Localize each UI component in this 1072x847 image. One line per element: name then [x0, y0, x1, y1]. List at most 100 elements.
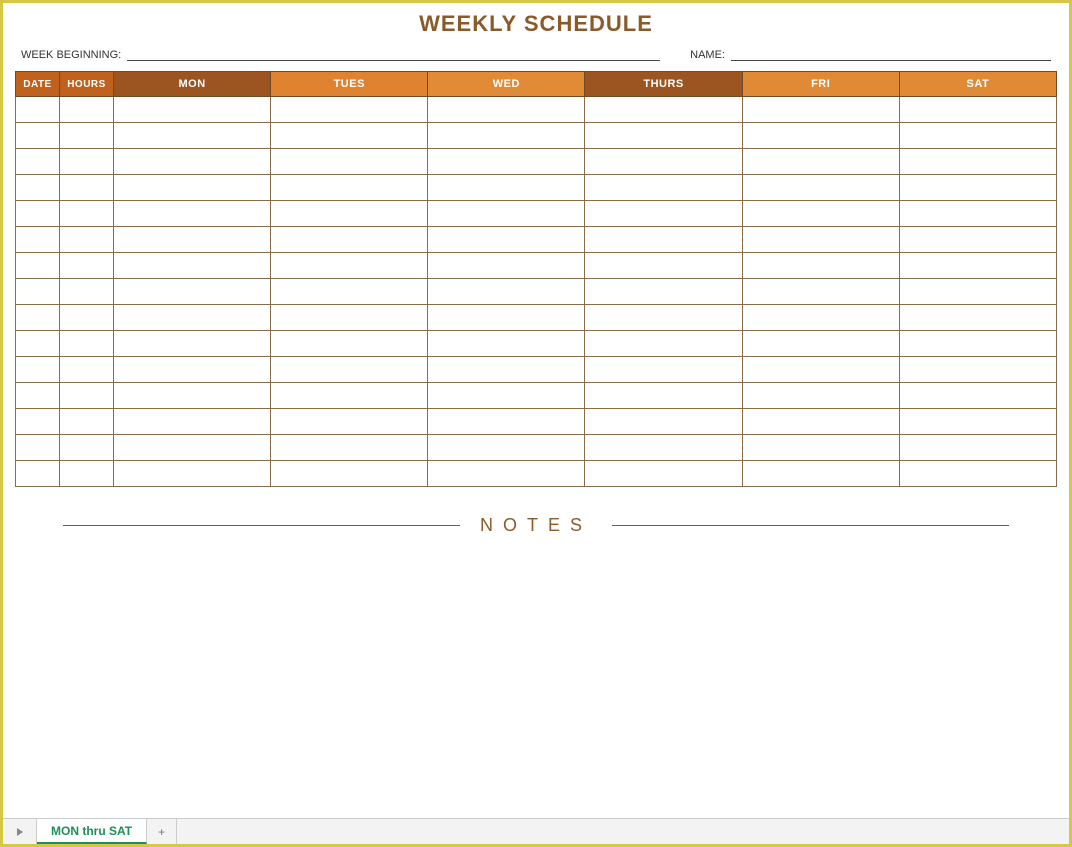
cell-mon[interactable]	[114, 305, 271, 331]
sheet-tab-active[interactable]: MON thru SAT	[37, 819, 147, 844]
cell-mon[interactable]	[114, 357, 271, 383]
cell-thurs[interactable]	[585, 409, 742, 435]
cell-sat[interactable]	[899, 175, 1056, 201]
cell-tues[interactable]	[271, 201, 428, 227]
cell-date[interactable]	[16, 227, 60, 253]
cell-hours[interactable]	[60, 279, 114, 305]
cell-thurs[interactable]	[585, 253, 742, 279]
cell-date[interactable]	[16, 279, 60, 305]
cell-fri[interactable]	[742, 383, 899, 409]
cell-sat[interactable]	[899, 461, 1056, 487]
cell-hours[interactable]	[60, 357, 114, 383]
cell-sat[interactable]	[899, 227, 1056, 253]
cell-thurs[interactable]	[585, 357, 742, 383]
cell-hours[interactable]	[60, 149, 114, 175]
cell-date[interactable]	[16, 461, 60, 487]
cell-mon[interactable]	[114, 201, 271, 227]
cell-tues[interactable]	[271, 409, 428, 435]
cell-tues[interactable]	[271, 357, 428, 383]
cell-hours[interactable]	[60, 435, 114, 461]
cell-tues[interactable]	[271, 279, 428, 305]
cell-fri[interactable]	[742, 175, 899, 201]
cell-mon[interactable]	[114, 435, 271, 461]
cell-wed[interactable]	[428, 383, 585, 409]
cell-thurs[interactable]	[585, 149, 742, 175]
cell-thurs[interactable]	[585, 123, 742, 149]
cell-tues[interactable]	[271, 175, 428, 201]
cell-thurs[interactable]	[585, 227, 742, 253]
cell-date[interactable]	[16, 409, 60, 435]
cell-thurs[interactable]	[585, 201, 742, 227]
cell-wed[interactable]	[428, 357, 585, 383]
cell-fri[interactable]	[742, 331, 899, 357]
cell-wed[interactable]	[428, 305, 585, 331]
cell-mon[interactable]	[114, 383, 271, 409]
cell-tues[interactable]	[271, 383, 428, 409]
cell-wed[interactable]	[428, 227, 585, 253]
cell-hours[interactable]	[60, 383, 114, 409]
cell-sat[interactable]	[899, 123, 1056, 149]
cell-sat[interactable]	[899, 357, 1056, 383]
cell-hours[interactable]	[60, 123, 114, 149]
cell-wed[interactable]	[428, 201, 585, 227]
cell-mon[interactable]	[114, 253, 271, 279]
cell-hours[interactable]	[60, 461, 114, 487]
cell-hours[interactable]	[60, 409, 114, 435]
cell-fri[interactable]	[742, 305, 899, 331]
cell-hours[interactable]	[60, 201, 114, 227]
cell-hours[interactable]	[60, 305, 114, 331]
cell-thurs[interactable]	[585, 97, 742, 123]
cell-tues[interactable]	[271, 97, 428, 123]
cell-tues[interactable]	[271, 305, 428, 331]
cell-tues[interactable]	[271, 253, 428, 279]
cell-fri[interactable]	[742, 409, 899, 435]
cell-sat[interactable]	[899, 97, 1056, 123]
cell-thurs[interactable]	[585, 175, 742, 201]
cell-wed[interactable]	[428, 253, 585, 279]
cell-wed[interactable]	[428, 149, 585, 175]
cell-wed[interactable]	[428, 435, 585, 461]
cell-fri[interactable]	[742, 123, 899, 149]
cell-mon[interactable]	[114, 331, 271, 357]
cell-fri[interactable]	[742, 201, 899, 227]
cell-sat[interactable]	[899, 409, 1056, 435]
cell-date[interactable]	[16, 435, 60, 461]
cell-wed[interactable]	[428, 175, 585, 201]
cell-date[interactable]	[16, 357, 60, 383]
cell-sat[interactable]	[899, 201, 1056, 227]
cell-wed[interactable]	[428, 461, 585, 487]
cell-date[interactable]	[16, 97, 60, 123]
cell-fri[interactable]	[742, 357, 899, 383]
add-sheet-button[interactable]: +	[147, 819, 177, 844]
cell-mon[interactable]	[114, 149, 271, 175]
cell-fri[interactable]	[742, 435, 899, 461]
cell-wed[interactable]	[428, 331, 585, 357]
cell-wed[interactable]	[428, 409, 585, 435]
cell-sat[interactable]	[899, 435, 1056, 461]
cell-sat[interactable]	[899, 305, 1056, 331]
cell-sat[interactable]	[899, 331, 1056, 357]
cell-thurs[interactable]	[585, 279, 742, 305]
cell-date[interactable]	[16, 253, 60, 279]
cell-tues[interactable]	[271, 331, 428, 357]
cell-tues[interactable]	[271, 435, 428, 461]
cell-fri[interactable]	[742, 253, 899, 279]
cell-mon[interactable]	[114, 123, 271, 149]
cell-thurs[interactable]	[585, 331, 742, 357]
cell-hours[interactable]	[60, 253, 114, 279]
cell-wed[interactable]	[428, 97, 585, 123]
cell-fri[interactable]	[742, 97, 899, 123]
tab-nav-button[interactable]	[3, 819, 37, 844]
cell-sat[interactable]	[899, 279, 1056, 305]
cell-mon[interactable]	[114, 461, 271, 487]
cell-hours[interactable]	[60, 175, 114, 201]
cell-fri[interactable]	[742, 279, 899, 305]
cell-mon[interactable]	[114, 97, 271, 123]
cell-fri[interactable]	[742, 227, 899, 253]
cell-date[interactable]	[16, 201, 60, 227]
cell-fri[interactable]	[742, 149, 899, 175]
cell-date[interactable]	[16, 305, 60, 331]
cell-hours[interactable]	[60, 97, 114, 123]
cell-sat[interactable]	[899, 253, 1056, 279]
cell-mon[interactable]	[114, 409, 271, 435]
